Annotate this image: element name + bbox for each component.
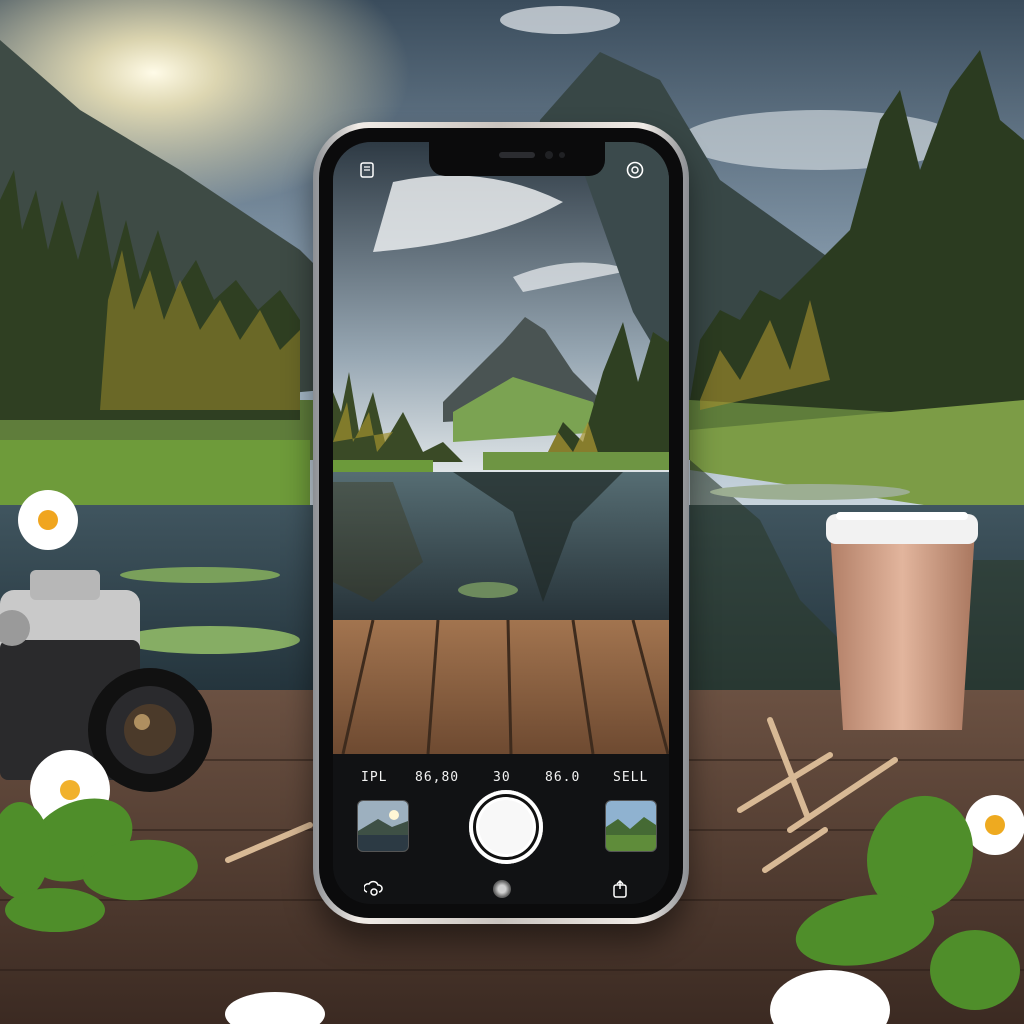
lens-switch-icon[interactable] (493, 880, 511, 898)
sensor-dot (559, 152, 565, 158)
camera-viewfinder[interactable] (333, 142, 669, 754)
settings-ring-icon[interactable] (625, 160, 645, 180)
earpiece-speaker (499, 152, 535, 158)
phone-bezel: IPL 86,80 30 86.0 SELL (319, 128, 683, 918)
camera-controls: IPL 86,80 30 86.0 SELL (333, 754, 669, 904)
mode-label[interactable]: 30 (493, 770, 511, 785)
notch (429, 142, 605, 176)
smartphone: IPL 86,80 30 86.0 SELL (313, 122, 689, 924)
mode-label[interactable]: 86,80 (415, 770, 459, 785)
gallery-thumbnail[interactable] (605, 800, 657, 852)
last-photo-thumbnail[interactable] (357, 800, 409, 852)
camera-app-screen: IPL 86,80 30 86.0 SELL (333, 142, 669, 904)
mode-label[interactable]: 86.0 (545, 770, 580, 785)
mode-label[interactable]: SELL (613, 770, 648, 785)
paper-coffee-cup (826, 512, 978, 730)
document-icon[interactable] (357, 160, 377, 180)
share-icon[interactable] (609, 878, 631, 900)
shutter-button[interactable] (469, 790, 543, 864)
front-camera (545, 151, 553, 159)
gallery-stack-icon[interactable] (363, 878, 385, 900)
mode-label[interactable]: IPL (361, 770, 387, 785)
